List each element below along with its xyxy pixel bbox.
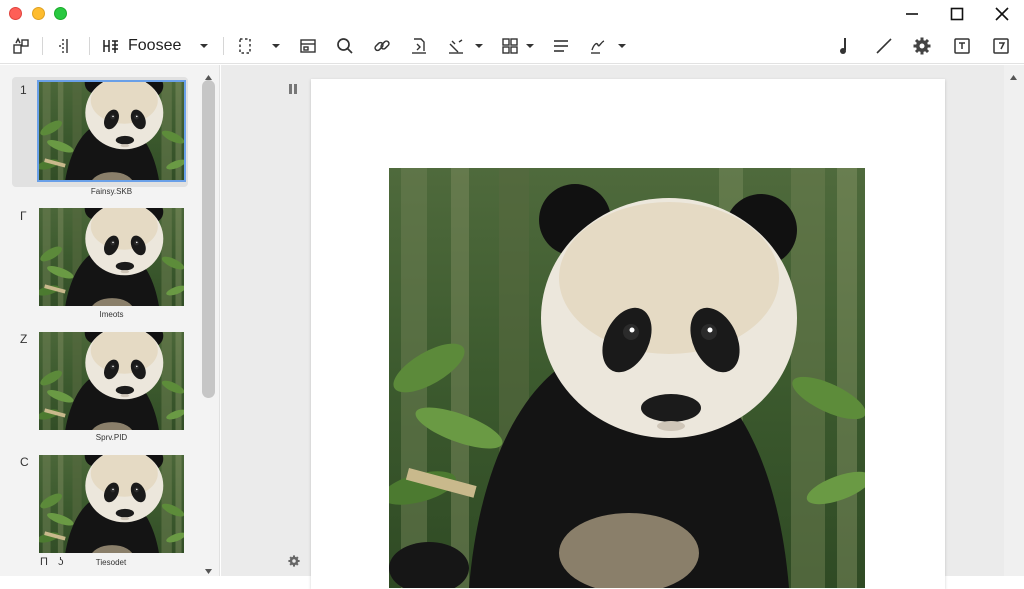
panda-photo[interactable]	[389, 168, 865, 588]
settings-icon[interactable]	[287, 554, 301, 573]
toolbar-divider	[223, 37, 224, 55]
page-thumbnail-3[interactable]: Z	[12, 330, 188, 440]
minimize-icon[interactable]	[898, 2, 926, 26]
gear-icon[interactable]	[911, 34, 933, 58]
page-glyph: Π	[40, 556, 48, 568]
chevron-down-icon[interactable]	[522, 34, 538, 58]
chevron-down-icon[interactable]	[614, 34, 630, 58]
chevron-down-icon[interactable]	[268, 34, 284, 58]
scroll-up-arrow-icon[interactable]	[1009, 68, 1018, 86]
draw-icon[interactable]	[445, 34, 467, 58]
page-number: 1	[20, 83, 27, 97]
grid-icon[interactable]	[499, 34, 521, 58]
page-number: Γ	[20, 209, 27, 223]
export-icon[interactable]	[951, 34, 973, 58]
page-thumbnail-image	[39, 332, 184, 430]
page-number: Z	[20, 332, 28, 346]
select-icon[interactable]	[234, 34, 256, 58]
link-icon[interactable]	[371, 34, 393, 58]
page-caption: Tiesodet	[95, 558, 127, 567]
zoom-window-button[interactable]	[54, 7, 67, 20]
page-caption: Sprv.PID	[95, 433, 128, 442]
toolbar-divider	[42, 37, 43, 55]
scrollbar-thumb[interactable]	[202, 80, 215, 398]
page-thumbnail-image	[39, 208, 184, 306]
chevron-down-icon[interactable]	[196, 34, 212, 58]
page-thumbnail-image	[39, 455, 184, 553]
page-thumbnail-sidebar: 1 Fainsy.SKB Γ Imeots Z Sprv.PID C Π ʖ T…	[0, 65, 220, 576]
document-canvas[interactable]	[221, 65, 1024, 589]
font-icon[interactable]	[100, 34, 122, 58]
insert-icon[interactable]	[408, 34, 430, 58]
title-bar	[0, 0, 1024, 28]
minimize-window-button[interactable]	[32, 7, 45, 20]
page-thumbnail-2[interactable]: Γ	[12, 205, 188, 315]
line-icon[interactable]	[873, 34, 895, 58]
canvas-scrollbar[interactable]	[1004, 65, 1024, 576]
frame-icon[interactable]	[297, 34, 319, 58]
chevron-down-icon[interactable]	[471, 34, 487, 58]
align-icon[interactable]	[550, 34, 572, 58]
page-glyph: ʖ	[58, 556, 64, 568]
page-thumbnail-image	[37, 80, 186, 182]
font-name-label[interactable]: Foosee	[128, 37, 181, 55]
maximize-icon[interactable]	[943, 2, 971, 26]
share-icon[interactable]	[990, 34, 1012, 58]
close-icon[interactable]	[988, 2, 1016, 26]
close-window-button[interactable]	[9, 7, 22, 20]
page-thumbnail-1[interactable]: 1	[12, 77, 188, 187]
toolbar: Foosee	[0, 28, 1024, 64]
search-icon[interactable]	[334, 34, 356, 58]
pen-icon[interactable]	[833, 34, 855, 58]
page-thumbnail-4[interactable]: C	[12, 453, 188, 563]
page-caption: Imeots	[99, 310, 124, 319]
page-number: C	[20, 455, 29, 469]
toolbar-divider	[89, 37, 90, 55]
document-page[interactable]	[311, 79, 945, 589]
signature-icon[interactable]	[587, 34, 609, 58]
shapes-icon[interactable]	[10, 34, 32, 58]
columns-icon[interactable]	[54, 34, 76, 58]
sidebar-scrollbar[interactable]	[200, 65, 216, 576]
page-caption: Fainsy.SKB	[90, 187, 133, 196]
pause-icon[interactable]	[287, 82, 299, 101]
scroll-down-arrow-icon[interactable]	[204, 563, 213, 581]
